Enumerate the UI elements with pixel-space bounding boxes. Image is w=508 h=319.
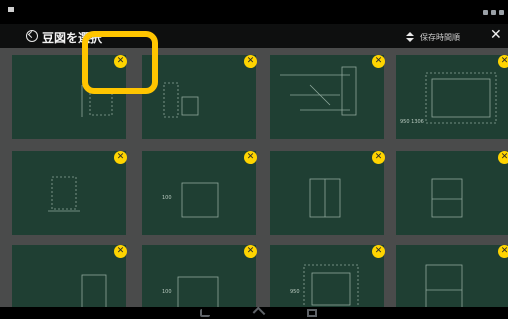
dimension-label: 100 xyxy=(162,289,172,295)
notification-icon xyxy=(8,7,14,12)
navigation-bar xyxy=(0,306,508,319)
drawing-thumbnail xyxy=(181,182,219,218)
delete-x-icon[interactable]: ✕ xyxy=(498,55,508,68)
back-circle-icon[interactable] xyxy=(26,30,38,42)
drawing-thumbnail xyxy=(425,72,497,124)
delete-x-icon[interactable]: ✕ xyxy=(372,151,385,164)
delete-x-icon[interactable]: ✕ xyxy=(114,245,127,258)
signal-icon xyxy=(483,9,488,15)
nav-back-icon[interactable] xyxy=(200,309,210,317)
thumbnail-tile[interactable] xyxy=(396,151,508,235)
close-icon[interactable]: ✕ xyxy=(490,28,502,42)
nav-recent-icon[interactable] xyxy=(307,309,317,317)
highlight-box xyxy=(82,31,158,94)
thumbnail-tile[interactable] xyxy=(142,55,256,139)
drawing-thumbnail xyxy=(280,66,357,116)
thumbnail-tile[interactable]: 950 xyxy=(270,245,384,307)
drawing-thumbnail xyxy=(163,82,199,118)
battery-icon xyxy=(499,9,504,15)
drawing-thumbnail xyxy=(177,276,219,307)
thumbnail-tile[interactable] xyxy=(12,245,126,307)
status-icons xyxy=(483,5,504,19)
dimension-label: 100 xyxy=(162,195,172,201)
delete-x-icon[interactable]: ✕ xyxy=(498,151,508,164)
delete-x-icon[interactable]: ✕ xyxy=(372,55,385,68)
sort-label[interactable]: 保存時間順 xyxy=(420,32,460,43)
dimension-label: 950 1306 xyxy=(400,119,424,125)
delete-x-icon[interactable]: ✕ xyxy=(372,245,385,258)
thumbnail-tile[interactable] xyxy=(270,151,384,235)
drawing-thumbnail xyxy=(303,264,359,307)
delete-x-icon[interactable]: ✕ xyxy=(244,151,257,164)
drawing-thumbnail xyxy=(48,176,80,212)
nav-home-icon[interactable] xyxy=(252,306,266,319)
delete-x-icon[interactable]: ✕ xyxy=(244,55,257,68)
delete-x-icon[interactable]: ✕ xyxy=(114,151,127,164)
thumbnail-tile[interactable]: 950 1306 xyxy=(396,55,508,139)
drawing-thumbnail xyxy=(425,264,463,307)
sort-updown-icon[interactable] xyxy=(406,32,414,43)
status-bar xyxy=(0,0,508,24)
thumbnail-tile[interactable] xyxy=(12,151,126,235)
wifi-icon xyxy=(491,9,496,15)
thumbnail-tile[interactable]: 100 xyxy=(142,151,256,235)
thumbnail-tile[interactable] xyxy=(396,245,508,307)
delete-x-icon[interactable]: ✕ xyxy=(244,245,257,258)
delete-x-icon[interactable]: ✕ xyxy=(498,245,508,258)
thumbnail-tile[interactable]: 100 xyxy=(142,245,256,307)
drawing-thumbnail xyxy=(431,178,463,218)
thumbnail-tile[interactable] xyxy=(270,55,384,139)
toolbar: 豆図を選択 保存時間順 ✕ xyxy=(0,24,508,48)
thumbnail-grid: ✕ ✕ ✕ 950 1306 ✕ ✕ 100 ✕ ✕ ✕ ✕ 100 ✕ 950 ✕ ✕ xyxy=(0,48,508,307)
dimension-label: 950 xyxy=(290,289,300,295)
drawing-thumbnail xyxy=(81,274,107,307)
drawing-thumbnail xyxy=(309,178,341,218)
